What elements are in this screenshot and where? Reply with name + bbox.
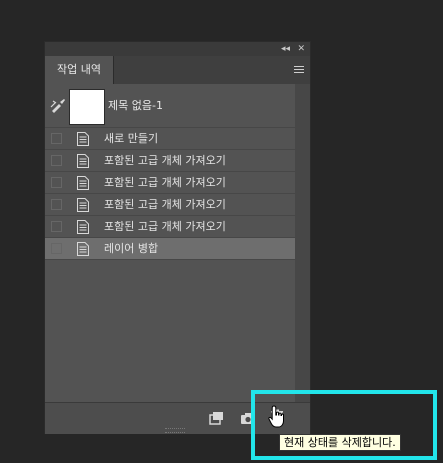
history-brush-icon[interactable] — [50, 98, 66, 114]
document-icon — [77, 154, 89, 168]
history-item[interactable]: 레이어 병합 — [45, 238, 295, 260]
document-icon — [77, 198, 89, 212]
history-item-label: 레이어 병합 — [104, 242, 159, 255]
history-item[interactable]: 포함된 고급 개체 가져오기 — [45, 150, 295, 172]
history-item-label: 포함된 고급 개체 가져오기 — [104, 220, 226, 233]
snapshot-label: 제목 없음-1 — [108, 99, 163, 112]
history-source-checkbox[interactable] — [51, 199, 62, 210]
history-item[interactable]: 포함된 고급 개체 가져오기 — [45, 172, 295, 194]
new-document-from-state-icon[interactable] — [209, 411, 225, 425]
history-source-checkbox[interactable] — [51, 133, 62, 144]
panel-titlebar[interactable]: ◂◂ ✕ — [45, 42, 310, 56]
history-item[interactable]: 새로 만들기 — [45, 128, 295, 150]
panel-tab-row: 작업 내역 — [45, 56, 310, 84]
snapshot-thumbnail — [69, 89, 105, 125]
history-item-label: 포함된 고급 개체 가져오기 — [104, 176, 226, 189]
history-item-label: 포함된 고급 개체 가져오기 — [104, 154, 226, 167]
history-panel: ◂◂ ✕ 작업 내역 제목 없음-1 새로 만들기 포함된 고급 개체 가져오기 포… — [44, 41, 311, 434]
history-source-checkbox[interactable] — [51, 177, 62, 188]
document-icon — [77, 176, 89, 190]
document-icon — [77, 132, 89, 146]
camera-icon[interactable] — [240, 411, 256, 425]
document-icon — [77, 242, 89, 256]
history-item[interactable]: 포함된 고급 개체 가져오기 — [45, 194, 295, 216]
panel-menu-icon[interactable] — [294, 66, 304, 74]
history-item[interactable]: 포함된 고급 개체 가져오기 — [45, 216, 295, 238]
history-source-checkbox[interactable] — [51, 155, 62, 166]
history-source-checkbox[interactable] — [51, 221, 62, 232]
history-scrollbar[interactable] — [295, 84, 310, 402]
history-item-label: 새로 만들기 — [104, 132, 159, 145]
close-icon[interactable]: ✕ — [297, 42, 305, 56]
resize-grip[interactable] — [165, 428, 185, 433]
tab-history[interactable]: 작업 내역 — [45, 56, 114, 84]
collapse-icon[interactable]: ◂◂ — [281, 42, 290, 56]
history-snapshot[interactable]: 제목 없음-1 — [45, 84, 295, 128]
tooltip: 현재 상태를 삭제합니다. — [279, 434, 401, 451]
history-list: 제목 없음-1 새로 만들기 포함된 고급 개체 가져오기 포함된 고급 개체 가져… — [45, 84, 295, 402]
document-icon — [77, 220, 89, 234]
hand-cursor-icon — [268, 405, 284, 428]
history-item-label: 포함된 고급 개체 가져오기 — [104, 198, 226, 211]
history-source-checkbox[interactable] — [51, 243, 62, 254]
